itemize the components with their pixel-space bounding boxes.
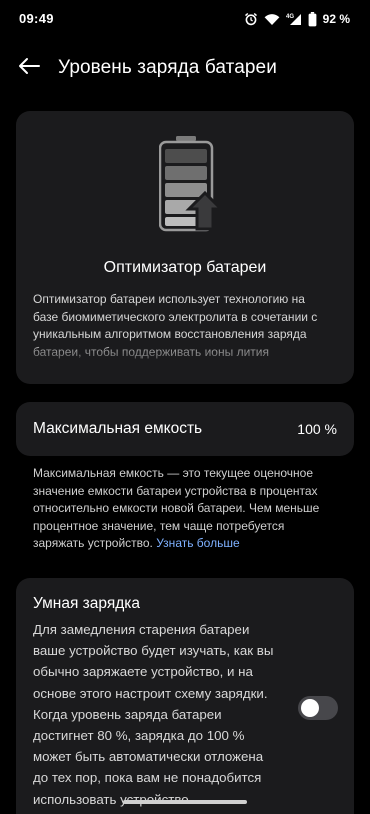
status-icons: 4G 92 % [244,10,350,28]
wifi-icon [264,13,280,26]
smart-charging-card[interactable]: Умная зарядка Для замедления старения ба… [16,578,354,814]
battery-optimizer-card[interactable]: Оптимизатор батареи Оптимизатор батареи … [16,111,354,384]
svg-text:4G: 4G [286,14,294,20]
home-indicator[interactable] [123,800,247,804]
arrow-left-icon [17,57,41,80]
capacity-value: 100 % [297,421,337,437]
toggle-knob [301,699,319,717]
battery-percent: 92 % [322,12,350,26]
status-bar: 09:49 4G 92 % [0,0,370,40]
max-capacity-row[interactable]: Максимальная емкость 100 % [16,402,354,456]
signal-4g-icon: 4G [286,12,302,26]
battery-optimizer-icon [158,135,229,233]
status-time: 09:49 [19,11,54,26]
capacity-label: Максимальная емкость [33,420,203,437]
back-button[interactable] [14,54,44,82]
description-fade [16,339,354,367]
smart-charging-description: Для замедления старения батареи ваше уст… [33,622,274,807]
battery-icon [308,11,317,27]
optimizer-title: Оптимизатор батареи [103,259,267,276]
page-title: Уровень заряда батареи [58,57,277,78]
capacity-description: Максимальная емкость — это текущее оцено… [33,465,333,553]
smart-charging-toggle[interactable] [298,696,338,720]
smart-charging-title: Умная зарядка [33,595,141,612]
alarm-icon [244,12,258,26]
learn-more-link[interactable]: Узнать больше [156,536,239,550]
header: Уровень заряда батареи [0,48,370,88]
